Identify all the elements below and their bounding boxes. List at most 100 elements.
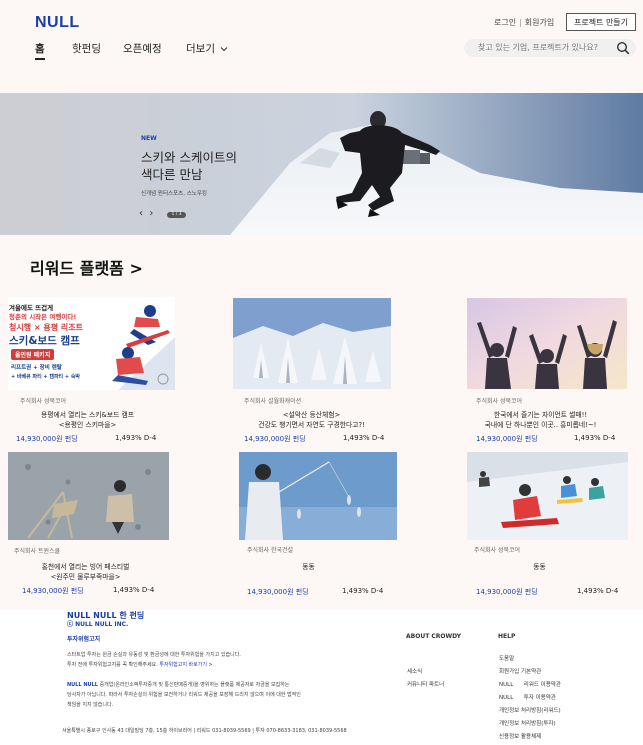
card-image[interactable] xyxy=(239,452,397,540)
disclaimer-line3: 책임을 지지 않습니다. xyxy=(67,702,114,708)
card-title-line2: 국내에 단 하나뿐인 이곳.. 흥미롭네!~! xyxy=(484,421,597,429)
help-item[interactable]: NULL 투자 이용약관 xyxy=(499,693,556,701)
nav-coming-soon[interactable]: 오픈예정 xyxy=(123,41,162,56)
card-title[interactable]: 홍천에서 열리는 빙어 페스티벌 <원주민 물루부족마을> xyxy=(18,562,153,582)
disclaimer: NULL NULL 중개업(온라인소액투자중개 및 통신판매중개)을 영위하는 … xyxy=(67,680,367,710)
search-placeholder: 찾고 있는 기업, 프로젝트가 있나요? xyxy=(478,43,598,52)
risk-line2: 투자 전에 투자위험고지를 꼭 확인해주세요. xyxy=(67,662,158,668)
create-project-button[interactable]: 프로젝트 만들기 xyxy=(566,13,636,31)
poster-line6: + 바베큐 파티 + 캠파티 + 숙박 xyxy=(11,374,81,380)
card-title-line1: <설악산 등산체험> xyxy=(282,411,341,419)
card-amount: 14,930,000원 펀딩 xyxy=(476,435,538,443)
card-title-line1: 동동 xyxy=(533,563,546,571)
about-heading: ABOUT CROWDY xyxy=(406,633,462,640)
section-title[interactable]: 리워드 플랫폼 > xyxy=(30,255,143,279)
card-image[interactable] xyxy=(8,452,169,540)
banner-subtitle: 신개념 윈터스포츠, 스노우킹 xyxy=(141,191,207,197)
card-percent: 1,493% D-4 xyxy=(343,434,385,442)
header: NULL 로그인 | 회원가입 프로젝트 만들기 홈 핫펀딩 오픈예정 더보기 찾고… xyxy=(0,0,643,62)
card-percent: 1,493% D-4 xyxy=(574,434,616,442)
auth-links: 로그인 | 회원가입 xyxy=(494,17,554,28)
card-amount: 14,930,000원 펀딩 xyxy=(247,588,309,596)
card-title[interactable]: 용평에서 열리는 스키&보드 캠프 <용평인 스키마을> xyxy=(20,410,155,430)
help-item[interactable]: 회원가입 기본약관 xyxy=(499,667,541,675)
card-image-art xyxy=(8,452,169,540)
banner-badge: NEW xyxy=(141,135,157,142)
nav-hot-funding[interactable]: 핫펀딩 xyxy=(72,41,101,56)
nav-home[interactable]: 홈 xyxy=(35,41,45,60)
card-title-line2: 건강도 챙기면서 자연도 구경한다고?! xyxy=(258,421,365,429)
banner-title-line2: 색다른 만남 xyxy=(141,167,203,182)
chevron-right-icon[interactable]: › xyxy=(149,208,153,219)
disclaimer-brand: NULL NULL xyxy=(67,682,98,688)
card-title-line2: <용평인 스키마을> xyxy=(58,421,117,429)
login-link[interactable]: 로그인 xyxy=(494,18,516,27)
card-image-art xyxy=(239,452,397,540)
banner-page-indicator: 1 / 3 xyxy=(167,212,186,218)
chevron-left-icon[interactable]: ‹ xyxy=(139,208,143,219)
card-image[interactable] xyxy=(233,298,391,389)
card-title[interactable]: 동동 xyxy=(472,562,607,572)
footer-brand-sub: ⓒ NULL NULL INC. xyxy=(67,621,129,628)
card-image-art xyxy=(233,298,391,389)
divider: | xyxy=(519,18,522,27)
about-item[interactable]: 세소식 xyxy=(407,667,422,675)
disclaimer-line1-wrap: NULL NULL 중개업(온라인소액투자중개 및 통신판매중개)을 영위하는 … xyxy=(67,680,367,690)
card-title[interactable]: 한국에서 즐기는 자이언트 썰매!! 국내에 단 하나뿐인 이곳.. 흥미롭네!… xyxy=(473,410,608,430)
card-company: 주식회사 설월화캐이션 xyxy=(244,398,302,405)
logo[interactable]: NULL xyxy=(35,14,80,32)
banner-title-line1: 스키와 스케이트의 xyxy=(141,150,237,165)
card-title-line1: 동동 xyxy=(302,563,315,571)
banner-arrows: ‹ › xyxy=(139,208,153,219)
card-title[interactable]: <설악산 등산체험> 건강도 챙기면서 자연도 구경한다고?! xyxy=(244,410,379,430)
risk-line1: 스타트업 투자는 원금 손실과 유동성 및 환금성에 대한 투자위험을 가지고 … xyxy=(67,652,241,658)
card-title[interactable]: 동동 xyxy=(241,562,376,572)
about-item[interactable]: 커뮤니티 파트너 xyxy=(407,680,444,688)
search-input[interactable]: 찾고 있는 기업, 프로젝트가 있나요? xyxy=(464,39,636,57)
signup-link[interactable]: 회원가입 xyxy=(525,18,554,27)
card-title-line1: 한국에서 즐기는 자이언트 썰매!! xyxy=(493,411,588,419)
card-company: 주식회사 성북코어 xyxy=(476,398,523,405)
poster-badge: 올인원 패키지 xyxy=(11,349,55,360)
risk-title: 투자위험고지 xyxy=(67,636,101,643)
card-company: 주식회사 성북코어 xyxy=(20,398,67,405)
help-item[interactable]: 개인정보 처리방침(투자) xyxy=(499,719,556,727)
banner-title: 스키와 스케이트의 색다른 만남 xyxy=(141,149,237,183)
help-item[interactable]: 개인정보 처리방침(리워드) xyxy=(499,706,561,714)
risk-line2-wrap: 투자 전에 투자위험고지를 꼭 확인해주세요. 투자위험고지 바로가기 > xyxy=(67,660,241,670)
card-company: 주식회사 성북코어 xyxy=(474,547,521,554)
hero-banner[interactable]: NEW 스키와 스케이트의 색다른 만남 신개념 윈터스포츠, 스노우킹 ‹ ›… xyxy=(0,93,643,235)
card-image[interactable]: 겨울에도 뜨겁게 청춘의 시작은 여행이다! 청시행 × 용평 리조트 스키&보… xyxy=(8,297,175,390)
poster-line3: 청시행 × 용평 리조트 xyxy=(9,323,83,332)
card-title-line2: <원주민 물루부족마을> xyxy=(50,573,121,581)
card-company: 주식회사 트윈스쿨 xyxy=(14,548,61,555)
footer: NULL NULL 한 펀딩 ⓒ NULL NULL INC. 투자위험고지 스… xyxy=(0,610,643,745)
risk-notice: 스타트업 투자는 원금 손실과 유동성 및 환금성에 대한 투자위험을 가지고 … xyxy=(67,650,241,670)
help-item[interactable]: NULL 리워드 이용약관 xyxy=(499,680,561,688)
card-image-art xyxy=(467,452,628,540)
poster-line4: 스키&보드 캠프 xyxy=(9,335,80,347)
poster-line5: 리프트권 + 장비 렌탈 xyxy=(11,365,62,371)
search-icon[interactable] xyxy=(616,41,630,55)
card-percent: 1,493% D-4 xyxy=(577,587,619,595)
disclaimer-line1: 중개업(온라인소액투자중개 및 통신판매중개)을 영위하는 플랫폼 제공자로 자… xyxy=(97,682,290,688)
card-image[interactable] xyxy=(467,298,627,389)
banner-image xyxy=(0,93,643,235)
chevron-down-icon xyxy=(220,47,228,52)
card-image[interactable] xyxy=(467,452,628,540)
nav-more[interactable]: 더보기 xyxy=(186,41,228,56)
address: 서울특별시 종로구 인사동 43 대일빌딩 7층, 15층 하이브리어 | 리워… xyxy=(62,728,347,734)
help-heading: HELP xyxy=(498,633,516,640)
disclaimer-line2: 당사자가 아닙니다. 따라서 투자손실의 위험을 보전하거나 리워드 제공을 보… xyxy=(67,692,301,698)
help-item[interactable]: 도움말 xyxy=(499,654,514,662)
card-amount: 14,930,000원 펀딩 xyxy=(244,435,306,443)
card-percent: 1,493% D-4 xyxy=(115,434,157,442)
risk-link[interactable]: 투자위험고지 바로가기 > xyxy=(159,662,212,668)
help-item[interactable]: 신용정보 활용체제 xyxy=(499,732,541,740)
poster-line2: 청춘의 시작은 여행이다! xyxy=(9,313,77,321)
footer-brand: NULL NULL 한 펀딩 ⓒ NULL NULL INC. xyxy=(67,611,144,629)
nav-more-label: 더보기 xyxy=(186,43,215,55)
card-title-line1: 홍천에서 열리는 빙어 페스티벌 xyxy=(41,563,130,571)
footer-brand-name: NULL NULL 한 펀딩 xyxy=(67,611,145,620)
card-percent: 1,493% D-4 xyxy=(113,586,155,594)
